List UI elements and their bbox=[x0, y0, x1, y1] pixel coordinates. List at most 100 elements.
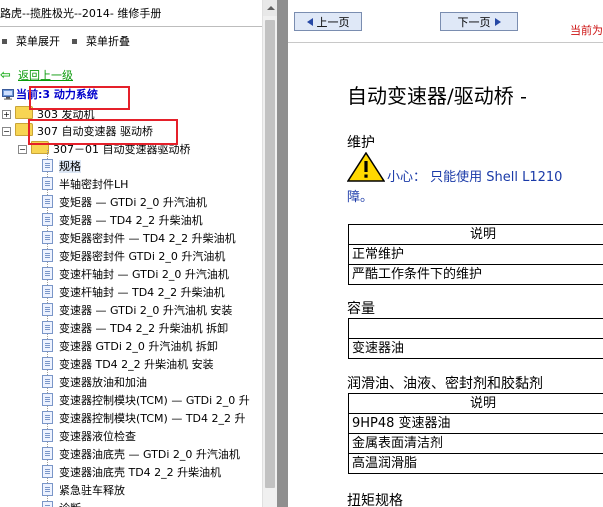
procedure-item[interactable]: 变速器油底壳 TD4 2_2 升柴油机 bbox=[42, 464, 262, 482]
procedure-item[interactable]: 变速器 — GTDi 2_0 升汽油机 安装 bbox=[42, 302, 262, 320]
document-icon bbox=[42, 321, 53, 334]
procedure-item-label: 变速器 GTDi 2_0 升汽油机 拆卸 bbox=[59, 340, 218, 353]
procedure-item-label: 变速器油底壳 TD4 2_2 升柴油机 bbox=[59, 466, 222, 479]
procedure-item[interactable]: 变速器油底壳 — GTDi 2_0 升汽油机 bbox=[42, 446, 262, 464]
caution-continuation: 障。 bbox=[347, 190, 374, 205]
navigation-pane: 路虎--揽胜极光--2014- 维修手册 菜单展开 菜单折叠 ⇦ 返回上一级 当前… bbox=[0, 0, 277, 507]
procedure-item[interactable]: 变矩器密封件 GTDi 2_0 升汽油机 bbox=[42, 248, 262, 266]
document-icon bbox=[42, 411, 53, 424]
computer-icon bbox=[2, 89, 14, 100]
procedure-item[interactable]: 规格 bbox=[42, 158, 262, 176]
manual-title: 路虎--揽胜极光--2014- 维修手册 bbox=[0, 7, 162, 20]
table-cell: 9HP48 变速器油 bbox=[348, 413, 603, 434]
collapse-minus-icon[interactable]: − bbox=[2, 127, 11, 136]
document-icon bbox=[42, 195, 53, 208]
arrow-left-icon: ⇦ bbox=[0, 68, 11, 83]
scrollbar-thumb[interactable] bbox=[265, 20, 275, 488]
page-toolbar: 上一页 下一页 当前为 bbox=[288, 0, 603, 42]
document-icon bbox=[42, 429, 53, 442]
procedure-item[interactable]: 变速器液位检查 bbox=[42, 428, 262, 446]
menu-collapse-label: 菜单折叠 bbox=[86, 35, 130, 48]
collapse-minus-icon[interactable]: − bbox=[18, 145, 27, 154]
procedure-item[interactable]: 变速杆轴封 — GTDi 2_0 升汽油机 bbox=[42, 266, 262, 284]
section-heading-maintenance: 维护 bbox=[347, 135, 375, 151]
section-heading-torque: 扭矩规格 bbox=[347, 493, 403, 507]
previous-page-label: 上一页 bbox=[316, 16, 350, 29]
document-icon bbox=[42, 339, 53, 352]
procedure-item[interactable]: 变速杆轴封 — TD4 2_2 升柴油机 bbox=[42, 284, 262, 302]
folder-open-icon bbox=[15, 123, 33, 136]
document-icon bbox=[42, 159, 53, 172]
current-section: 当前:3 动力系统 bbox=[0, 87, 98, 103]
document-icon bbox=[42, 231, 53, 244]
table-cell: 高温润滑脂 bbox=[348, 453, 603, 474]
left-scrollbar[interactable] bbox=[262, 0, 278, 507]
back-up-label: 返回上一级 bbox=[18, 69, 73, 82]
procedure-item[interactable]: 变矩器 — TD4 2_2 升柴油机 bbox=[42, 212, 262, 230]
table-cell: 正常维护 bbox=[348, 244, 603, 265]
next-page-button[interactable]: 下一页 bbox=[440, 12, 518, 31]
toolbar-divider bbox=[288, 42, 603, 43]
document-icon bbox=[42, 249, 53, 262]
procedure-item[interactable]: 变速器控制模块(TCM) — TD4 2_2 升 bbox=[42, 410, 262, 428]
table-header: 说明 bbox=[348, 224, 603, 245]
table-cell bbox=[348, 318, 603, 339]
procedure-item-label: 紧急驻车释放 bbox=[59, 484, 125, 497]
procedure-item-label: 变矩器 — TD4 2_2 升柴油机 bbox=[59, 214, 203, 227]
procedure-item-label: 变速器控制模块(TCM) — GTDi 2_0 升 bbox=[59, 394, 250, 407]
expand-plus-icon[interactable]: + bbox=[2, 110, 11, 119]
previous-page-button[interactable]: 上一页 bbox=[294, 12, 362, 31]
document-icon bbox=[42, 501, 53, 507]
procedure-item[interactable]: 变速器控制模块(TCM) — GTDi 2_0 升 bbox=[42, 392, 262, 410]
warning-triangle-icon bbox=[347, 152, 385, 182]
document-icon bbox=[42, 303, 53, 316]
procedure-item-label: 变速器控制模块(TCM) — TD4 2_2 升 bbox=[59, 412, 246, 425]
procedure-item[interactable]: 变速器 — TD4 2_2 升柴油机 拆卸 bbox=[42, 320, 262, 338]
document-icon bbox=[42, 213, 53, 226]
section-heading-capacity: 容量 bbox=[347, 301, 375, 317]
procedure-item[interactable]: 变速器放油和加油 bbox=[42, 374, 262, 392]
triangle-right-icon bbox=[494, 18, 501, 26]
triangle-left-icon bbox=[306, 18, 313, 26]
procedure-item[interactable]: 紧急驻车释放 bbox=[42, 482, 262, 500]
document-icon bbox=[42, 465, 53, 478]
menu-collapse-button[interactable]: 菜单折叠 bbox=[70, 34, 130, 50]
document-icon bbox=[42, 483, 53, 496]
procedure-item-label: 变速器放油和加油 bbox=[59, 376, 147, 389]
section-heading-lubricants: 润滑油、油液、密封剂和胶黏剂 bbox=[347, 376, 543, 392]
procedure-item[interactable]: 变矩器密封件 — TD4 2_2 升柴油机 bbox=[42, 230, 262, 248]
procedure-item-label: 半轴密封件LH bbox=[59, 178, 129, 191]
document-icon bbox=[42, 447, 53, 460]
procedure-item[interactable]: 诊断 bbox=[42, 500, 262, 507]
table-header: 说明 bbox=[348, 393, 603, 414]
procedure-item-label: 变矩器密封件 — TD4 2_2 升柴油机 bbox=[59, 232, 236, 245]
back-up-link[interactable]: ⇦ 返回上一级 bbox=[0, 68, 73, 84]
caution-text: 小心： 只能使用 Shell L1210 bbox=[387, 166, 562, 185]
document-icon bbox=[42, 375, 53, 388]
app-window: 路虎--揽胜极光--2014- 维修手册 菜单展开 菜单折叠 ⇦ 返回上一级 当前… bbox=[0, 0, 603, 507]
menu-expand-label: 菜单展开 bbox=[16, 35, 60, 48]
bullet-icon bbox=[2, 39, 7, 44]
bullet-icon bbox=[72, 39, 77, 44]
title-divider bbox=[0, 26, 262, 27]
tree-node-307-01[interactable]: − 307－01 自动变速器驱动桥 bbox=[18, 141, 191, 157]
tree-node-303[interactable]: +303 发动机 bbox=[2, 106, 95, 122]
content-pane: 上一页 下一页 当前为 自动变速器/驱动桥 - 维护 小心： 只能使用 Shel… bbox=[288, 0, 603, 507]
caution-prefix: 小心： bbox=[387, 170, 427, 185]
procedure-item[interactable]: 半轴密封件LH bbox=[42, 176, 262, 194]
current-indicator: 当前为 bbox=[570, 24, 603, 37]
procedure-item[interactable]: 变矩器 — GTDi 2_0 升汽油机 bbox=[42, 194, 262, 212]
procedure-item[interactable]: 变速器 GTDi 2_0 升汽油机 拆卸 bbox=[42, 338, 262, 356]
scroll-up-arrow-icon[interactable] bbox=[263, 0, 278, 16]
procedure-item-label: 变速器 TD4 2_2 升柴油机 安装 bbox=[59, 358, 214, 371]
document-icon bbox=[42, 393, 53, 406]
procedure-item[interactable]: 变速器 TD4 2_2 升柴油机 安装 bbox=[42, 356, 262, 374]
menu-expand-button[interactable]: 菜单展开 bbox=[0, 34, 60, 50]
procedure-item-label: 变速杆轴封 — GTDi 2_0 升汽油机 bbox=[59, 268, 229, 281]
procedure-item-label: 变矩器 — GTDi 2_0 升汽油机 bbox=[59, 196, 207, 209]
lubricants-table: 说明 9HP48 变速器油 金属表面清洁剂 高温润滑脂 bbox=[348, 393, 603, 474]
pane-splitter[interactable] bbox=[277, 0, 288, 507]
tree-node-307[interactable]: − 307 自动变速器 驱动桥 bbox=[2, 123, 153, 139]
caution-note: 小心： 只能使用 Shell L1210 bbox=[347, 152, 603, 185]
document-icon bbox=[42, 357, 53, 370]
